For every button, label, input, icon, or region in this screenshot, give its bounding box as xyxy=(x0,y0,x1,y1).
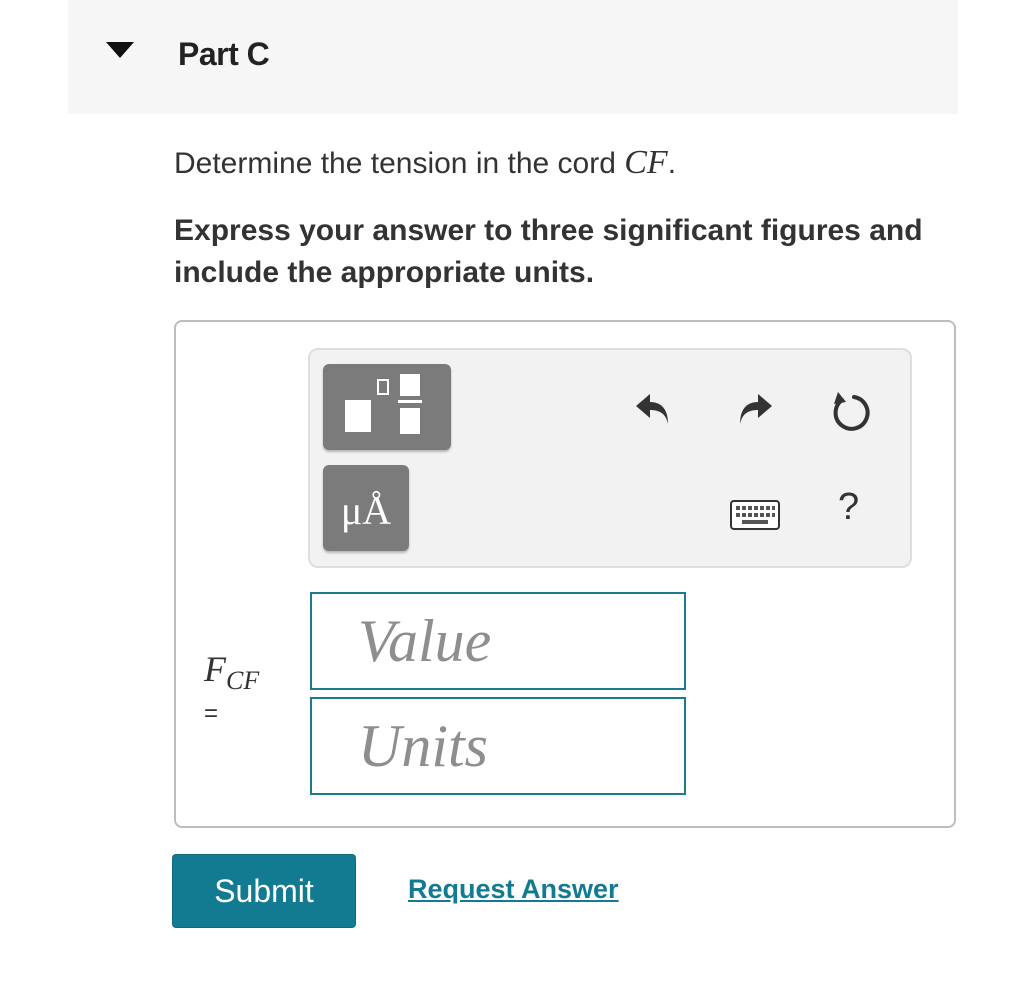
instruction-text: Express your answer to three significant… xyxy=(174,214,923,289)
reset-icon[interactable] xyxy=(828,388,874,434)
units-input[interactable]: Units xyxy=(310,697,686,795)
question-math: CF xyxy=(624,144,668,181)
units-symbol: μÅ xyxy=(340,488,392,533)
request-answer-link[interactable]: Request Answer xyxy=(408,874,619,905)
redo-icon[interactable] xyxy=(734,388,774,428)
variable-subscript: CF xyxy=(226,666,260,695)
keyboard-icon[interactable] xyxy=(730,500,780,530)
variable-symbol: F xyxy=(204,649,226,689)
units-button[interactable]: μÅ xyxy=(323,465,409,551)
question-text: Determine the tension in the cord CF. xyxy=(174,144,676,182)
help-button[interactable]: ? xyxy=(838,486,859,529)
caret-down-icon[interactable] xyxy=(106,42,134,58)
templates-button[interactable] xyxy=(323,364,451,450)
value-input[interactable]: Value xyxy=(310,592,686,690)
submit-button[interactable]: Submit xyxy=(172,854,356,928)
templates-icon xyxy=(345,374,422,434)
question-text-after: . xyxy=(667,147,677,180)
part-title: Part C xyxy=(178,36,270,72)
question-text-before: Determine the tension in the cord xyxy=(174,147,625,180)
equals-sign: = xyxy=(204,700,219,727)
variable-label: FCF xyxy=(204,648,259,695)
undo-icon[interactable] xyxy=(634,388,674,428)
